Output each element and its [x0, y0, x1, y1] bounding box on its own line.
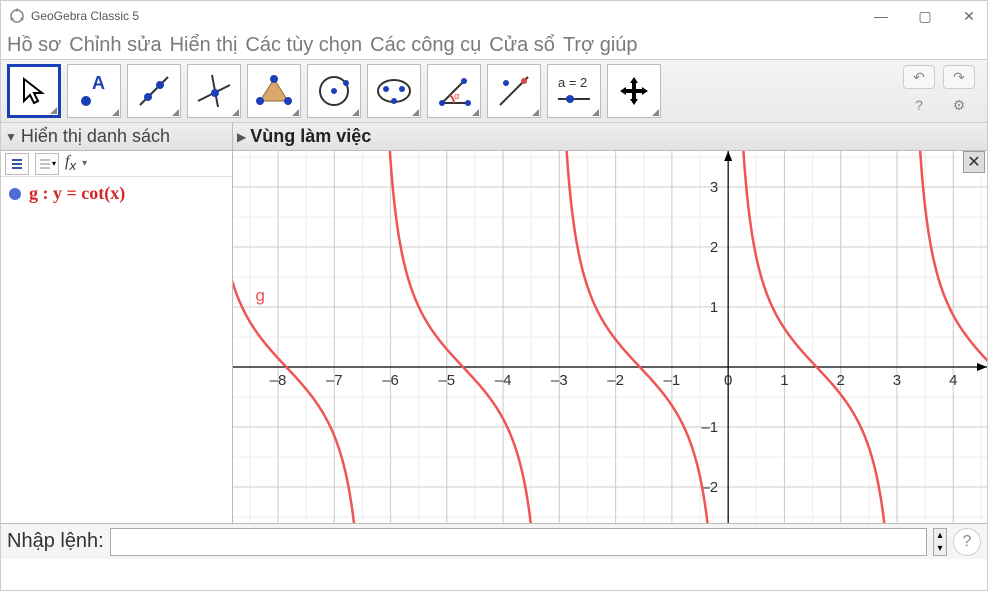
input-label: Nhập lệnh:	[7, 530, 104, 553]
tool-reflect[interactable]	[487, 64, 541, 118]
menu-edit[interactable]: Chỉnh sửa	[69, 34, 161, 57]
panel-close-button[interactable]: ✕	[963, 151, 985, 173]
input-help-button[interactable]: ?	[953, 528, 981, 556]
svg-text:a = 2: a = 2	[558, 75, 587, 90]
plot-canvas[interactable]: –8–7–6–5–4–3–2–101234–2–1123g	[233, 151, 987, 523]
svg-text:–3: –3	[551, 372, 568, 389]
expand-icon: ▶	[237, 130, 246, 144]
svg-text:A: A	[92, 73, 105, 93]
svg-text:–7: –7	[326, 372, 343, 389]
menu-tools[interactable]: Các công cụ	[370, 34, 481, 57]
algebra-toolbar: ▾ fx ▾	[1, 151, 232, 177]
maximize-button[interactable]: ▢	[915, 8, 935, 25]
redo-button[interactable]: ↷	[943, 65, 975, 89]
graphics-header[interactable]: ▶ Vùng làm việc	[233, 123, 987, 151]
menubar: Hồ sơ Chỉnh sửa Hiển thị Các tùy chọn Cá…	[1, 31, 987, 59]
slider-icon: a = 2	[552, 71, 596, 111]
alg-sort-button[interactable]: ▾	[35, 153, 59, 175]
undo-button[interactable]: ↶	[903, 65, 935, 89]
input-bar: Nhập lệnh: ▴▾ ?	[1, 523, 987, 559]
gear-icon: ⚙	[953, 97, 966, 114]
svg-text:α: α	[454, 91, 459, 101]
fx-dropdown-icon[interactable]: ▾	[82, 158, 87, 169]
settings-button[interactable]: ⚙	[943, 93, 975, 117]
svg-text:–5: –5	[438, 372, 455, 389]
line-icon	[134, 71, 174, 111]
app-logo-icon	[9, 8, 25, 24]
ellipse-icon	[374, 71, 414, 111]
menu-options[interactable]: Các tùy chọn	[245, 34, 362, 57]
window-title: GeoGebra Classic 5	[31, 9, 139, 23]
svg-text:4: 4	[949, 372, 957, 389]
svg-text:–6: –6	[382, 372, 399, 389]
point-icon: A	[74, 71, 114, 111]
svg-text:–4: –4	[495, 372, 512, 389]
svg-text:1: 1	[780, 372, 788, 389]
tool-move-view[interactable]	[607, 64, 661, 118]
algebra-item-g[interactable]: g : y = cot(x)	[1, 177, 232, 210]
menu-file[interactable]: Hồ sơ	[7, 34, 61, 57]
help-icon: ?	[915, 97, 923, 113]
algebra-header[interactable]: ▼ Hiển thị danh sách	[1, 123, 232, 151]
chevron-down-icon: ▾	[934, 542, 946, 555]
svg-text:2: 2	[710, 239, 718, 256]
visibility-bullet[interactable]	[9, 188, 21, 200]
titlebar: GeoGebra Classic 5 — ▢ ✕	[1, 1, 987, 31]
svg-text:0: 0	[724, 372, 732, 389]
perpendicular-icon	[194, 71, 234, 111]
tool-slider[interactable]: a = 2	[547, 64, 601, 118]
tool-ellipse[interactable]	[367, 64, 421, 118]
undo-icon: ↶	[913, 69, 925, 86]
algebra-expression: g : y = cot(x)	[29, 183, 125, 204]
tool-angle[interactable]: α	[427, 64, 481, 118]
menu-view[interactable]: Hiển thị	[170, 34, 238, 57]
tool-perpendicular[interactable]	[187, 64, 241, 118]
svg-text:–1: –1	[701, 419, 718, 436]
list-icon	[10, 157, 24, 171]
svg-text:3: 3	[710, 179, 718, 196]
redo-icon: ↷	[953, 69, 965, 86]
tool-line[interactable]	[127, 64, 181, 118]
angle-icon: α	[434, 71, 474, 111]
help-icon: ?	[963, 533, 972, 551]
svg-text:–1: –1	[664, 372, 681, 389]
graphics-view[interactable]: ✕ –8–7–6–5–4–3–2–101234–2–1123g	[233, 151, 987, 523]
fx-label: fx	[65, 153, 76, 173]
close-icon: ✕	[967, 152, 980, 172]
tool-polygon[interactable]	[247, 64, 301, 118]
svg-text:–8: –8	[270, 372, 287, 389]
tool-circle[interactable]	[307, 64, 361, 118]
polygon-icon	[254, 71, 294, 111]
svg-text:3: 3	[893, 372, 901, 389]
algebra-panel: ▼ Hiển thị danh sách ▾ fx ▾ g : y = cot(x…	[1, 123, 233, 523]
collapse-icon: ▼	[5, 130, 17, 144]
tool-point[interactable]: A	[67, 64, 121, 118]
menu-help[interactable]: Trợ giúp	[563, 34, 638, 57]
cursor-icon	[18, 75, 50, 107]
algebra-title: Hiển thị danh sách	[21, 126, 170, 147]
help-icon-button[interactable]: ?	[903, 93, 935, 117]
reflect-icon	[494, 71, 534, 111]
svg-text:g: g	[256, 286, 265, 305]
pan-icon	[616, 73, 652, 109]
minimize-button[interactable]: —	[871, 8, 891, 25]
history-spinner[interactable]: ▴▾	[933, 528, 947, 556]
menu-window[interactable]: Cửa sổ	[489, 34, 555, 57]
svg-text:–2: –2	[607, 372, 624, 389]
svg-text:2: 2	[837, 372, 845, 389]
close-button[interactable]: ✕	[959, 8, 979, 25]
graphics-title: Vùng làm việc	[250, 126, 371, 147]
tool-move[interactable]	[7, 64, 61, 118]
command-input[interactable]	[110, 528, 927, 556]
svg-text:1: 1	[710, 299, 718, 316]
alg-list-button[interactable]	[5, 153, 29, 175]
chevron-up-icon: ▴	[934, 529, 946, 542]
sort-icon	[38, 157, 52, 171]
circle-icon	[314, 71, 354, 111]
toolbar: A α a = 2 ↶ ↷	[1, 59, 987, 123]
